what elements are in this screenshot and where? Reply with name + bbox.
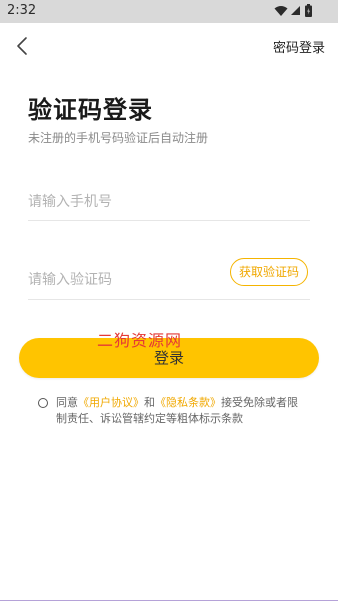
watermark: 二狗资源网 <box>97 331 183 350</box>
status-bar: 2:32 <box>0 0 338 23</box>
page-title: 验证码登录 <box>28 96 153 124</box>
agreement-prefix: 同意 <box>56 396 78 409</box>
phone-input-underline <box>28 220 310 221</box>
agreement-text: 同意《用户协议》和《隐私条款》接受免除或者限制责任、诉讼管辖约定等粗体标示条款 <box>56 395 306 427</box>
wifi-icon <box>274 6 288 16</box>
privacy-policy-link[interactable]: 《隐私条款》 <box>155 396 221 409</box>
back-arrow-icon[interactable] <box>14 36 32 56</box>
get-code-button[interactable]: 获取验证码 <box>230 258 308 286</box>
verification-code-input[interactable] <box>28 264 218 296</box>
cellular-signal-icon <box>291 6 300 15</box>
agreement-radio[interactable] <box>38 398 48 408</box>
code-input-underline <box>28 299 310 300</box>
password-login-link[interactable]: 密码登录 <box>273 37 325 56</box>
page-subtitle: 未注册的手机号码验证后自动注册 <box>28 131 209 145</box>
user-agreement-link[interactable]: 《用户协议》 <box>78 396 144 409</box>
agreement-and: 和 <box>144 396 155 409</box>
battery-icon <box>305 4 312 17</box>
phone-input[interactable] <box>28 186 310 218</box>
status-time: 2:32 <box>7 3 37 18</box>
